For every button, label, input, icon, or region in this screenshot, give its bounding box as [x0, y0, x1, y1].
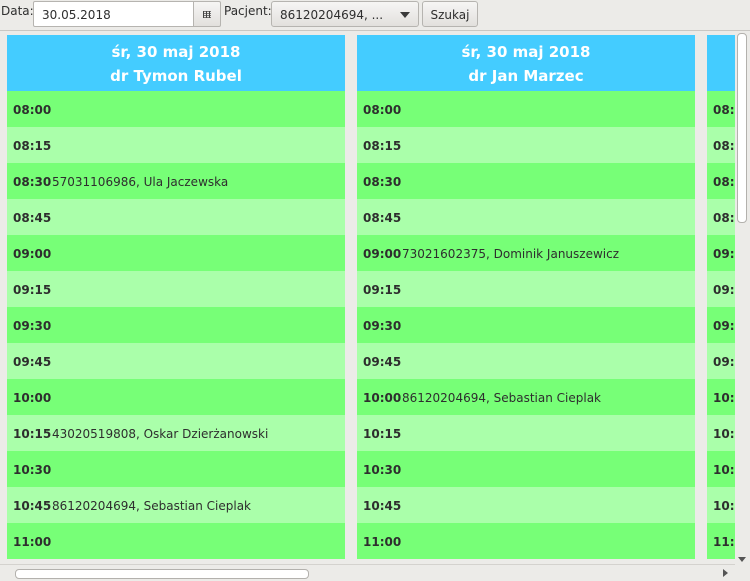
slot-time: 09:45 — [13, 355, 52, 369]
doctor-column: śr, 30 maj 2018 dr Jan Marzec 08:00 08:15 08… — [357, 35, 695, 559]
slot-time: 10:15 — [363, 427, 402, 441]
slot-time: 10:30 — [13, 463, 52, 477]
time-slot[interactable]: 10:30 — [357, 451, 695, 487]
column-date: śr, 30 maj 2018 — [111, 43, 241, 61]
time-slot[interactable]: 10:15 43020519808, Oskar Dzierżanowski — [7, 415, 345, 451]
slot-time: 08:00 — [363, 103, 402, 117]
time-slot[interactable]: 10:15 — [357, 415, 695, 451]
chevron-down-icon — [400, 12, 410, 18]
time-slot[interactable]: 10:00 86120204694, Sebastian Cieplak — [357, 379, 695, 415]
slot-time: 11:00 — [13, 535, 52, 549]
time-slot[interactable]: 08:45 — [7, 199, 345, 235]
time-slot[interactable]: 09:30 — [357, 307, 695, 343]
time-slot[interactable]: 11:00 — [7, 523, 345, 559]
slot-time: 10:45 — [363, 499, 402, 513]
slot-time: 09:30 — [13, 319, 52, 333]
slot-patient: 43020519808, Oskar Dzierżanowski — [52, 427, 269, 441]
time-slot[interactable]: 08:15 — [7, 127, 345, 163]
slot-time: 09:00 — [13, 247, 52, 261]
column-header: śr, 30 maj 2018 dr Tymon Rubel — [7, 35, 345, 91]
slot-time: 10:00 — [13, 391, 52, 405]
slot-time: 08:00 — [13, 103, 52, 117]
search-button[interactable]: Szukaj — [422, 1, 478, 27]
slot-time: 08:45 — [363, 211, 402, 225]
patient-label: Pacjent: — [224, 4, 272, 18]
time-slot[interactable]: 10:45 86120204694, Sebastian Cieplak — [7, 487, 345, 523]
slot-time: 10:00 — [363, 391, 402, 405]
column-date: śr, 30 maj 2018 — [461, 43, 591, 61]
time-slot[interactable]: 08:30 — [357, 163, 695, 199]
time-slot[interactable]: 11:00 — [357, 523, 695, 559]
slot-time: 10:15 — [13, 427, 52, 441]
slot-time: 09:15 — [13, 283, 52, 297]
slot-time: 09:30 — [363, 319, 402, 333]
slot-time: 09:15 — [363, 283, 402, 297]
time-slot[interactable]: 09:15 — [357, 271, 695, 307]
vertical-scrollbar[interactable] — [735, 31, 749, 564]
slot-time: 08:30 — [13, 175, 52, 189]
time-slot[interactable]: 08:45 — [357, 199, 695, 235]
slot-patient: 86120204694, Sebastian Cieplak — [402, 391, 601, 405]
slot-time: 09:00 — [363, 247, 402, 261]
scroll-down-arrow-icon[interactable] — [738, 557, 746, 562]
date-input[interactable]: 30.05.2018 — [33, 1, 194, 27]
time-slot[interactable]: 09:45 — [7, 343, 345, 379]
slot-time: 11:00 — [363, 535, 402, 549]
slot-time: 09:45 — [363, 355, 402, 369]
calendar-button[interactable] — [194, 1, 221, 27]
doctor-column: śr, 30 maj 2018 dr Tymon Rubel 08:00 08:15 0… — [7, 35, 345, 559]
patient-combo[interactable]: 86120204694, ... — [271, 1, 419, 27]
slot-time: 08:15 — [363, 139, 402, 153]
time-slot[interactable]: 09:00 — [7, 235, 345, 271]
schedule-scroll-area[interactable]: śr, 30 maj 2018 dr Tymon Rubel 08:00 08:15 0… — [0, 30, 750, 581]
time-slot[interactable]: 08:00 — [7, 91, 345, 127]
date-label: Data: — [1, 4, 34, 18]
time-slot[interactable]: 08:00 — [357, 91, 695, 127]
time-slot[interactable]: 09:45 — [357, 343, 695, 379]
time-slot[interactable]: 10:30 — [7, 451, 345, 487]
patient-combo-value: 86120204694, ... — [280, 8, 384, 22]
horizontal-scrollbar[interactable] — [0, 564, 735, 581]
column-doctor: dr Jan Marzec — [468, 67, 584, 85]
slot-time: 08:15 — [13, 139, 52, 153]
slot-patient: 86120204694, Sebastian Cieplak — [52, 499, 251, 513]
vertical-scroll-thumb[interactable] — [737, 33, 747, 223]
slot-patient: 57031106986, Ula Jaczewska — [52, 175, 229, 189]
time-slot[interactable]: 09:30 — [7, 307, 345, 343]
column-doctor: dr Tymon Rubel — [110, 67, 242, 85]
time-slot[interactable]: 10:45 — [357, 487, 695, 523]
scroll-right-arrow-icon[interactable] — [723, 569, 728, 577]
slot-time: 08:30 — [363, 175, 402, 189]
toolbar: Data: 30.05.2018 Pacjent: 86120204694, .… — [0, 0, 750, 30]
slot-time: 10:30 — [363, 463, 402, 477]
time-slot[interactable]: 08:15 — [357, 127, 695, 163]
calendar-icon — [203, 10, 211, 18]
slot-time: 10:45 — [13, 499, 52, 513]
horizontal-scroll-thumb[interactable] — [15, 569, 309, 579]
time-slot[interactable]: 09:15 — [7, 271, 345, 307]
slot-patient: 73021602375, Dominik Januszewicz — [402, 247, 620, 261]
time-slot[interactable]: 10:00 — [7, 379, 345, 415]
time-slot[interactable]: 09:00 73021602375, Dominik Januszewicz — [357, 235, 695, 271]
column-header: śr, 30 maj 2018 dr Jan Marzec — [357, 35, 695, 91]
slot-time: 08:45 — [13, 211, 52, 225]
time-slot[interactable]: 08:30 57031106986, Ula Jaczewska — [7, 163, 345, 199]
